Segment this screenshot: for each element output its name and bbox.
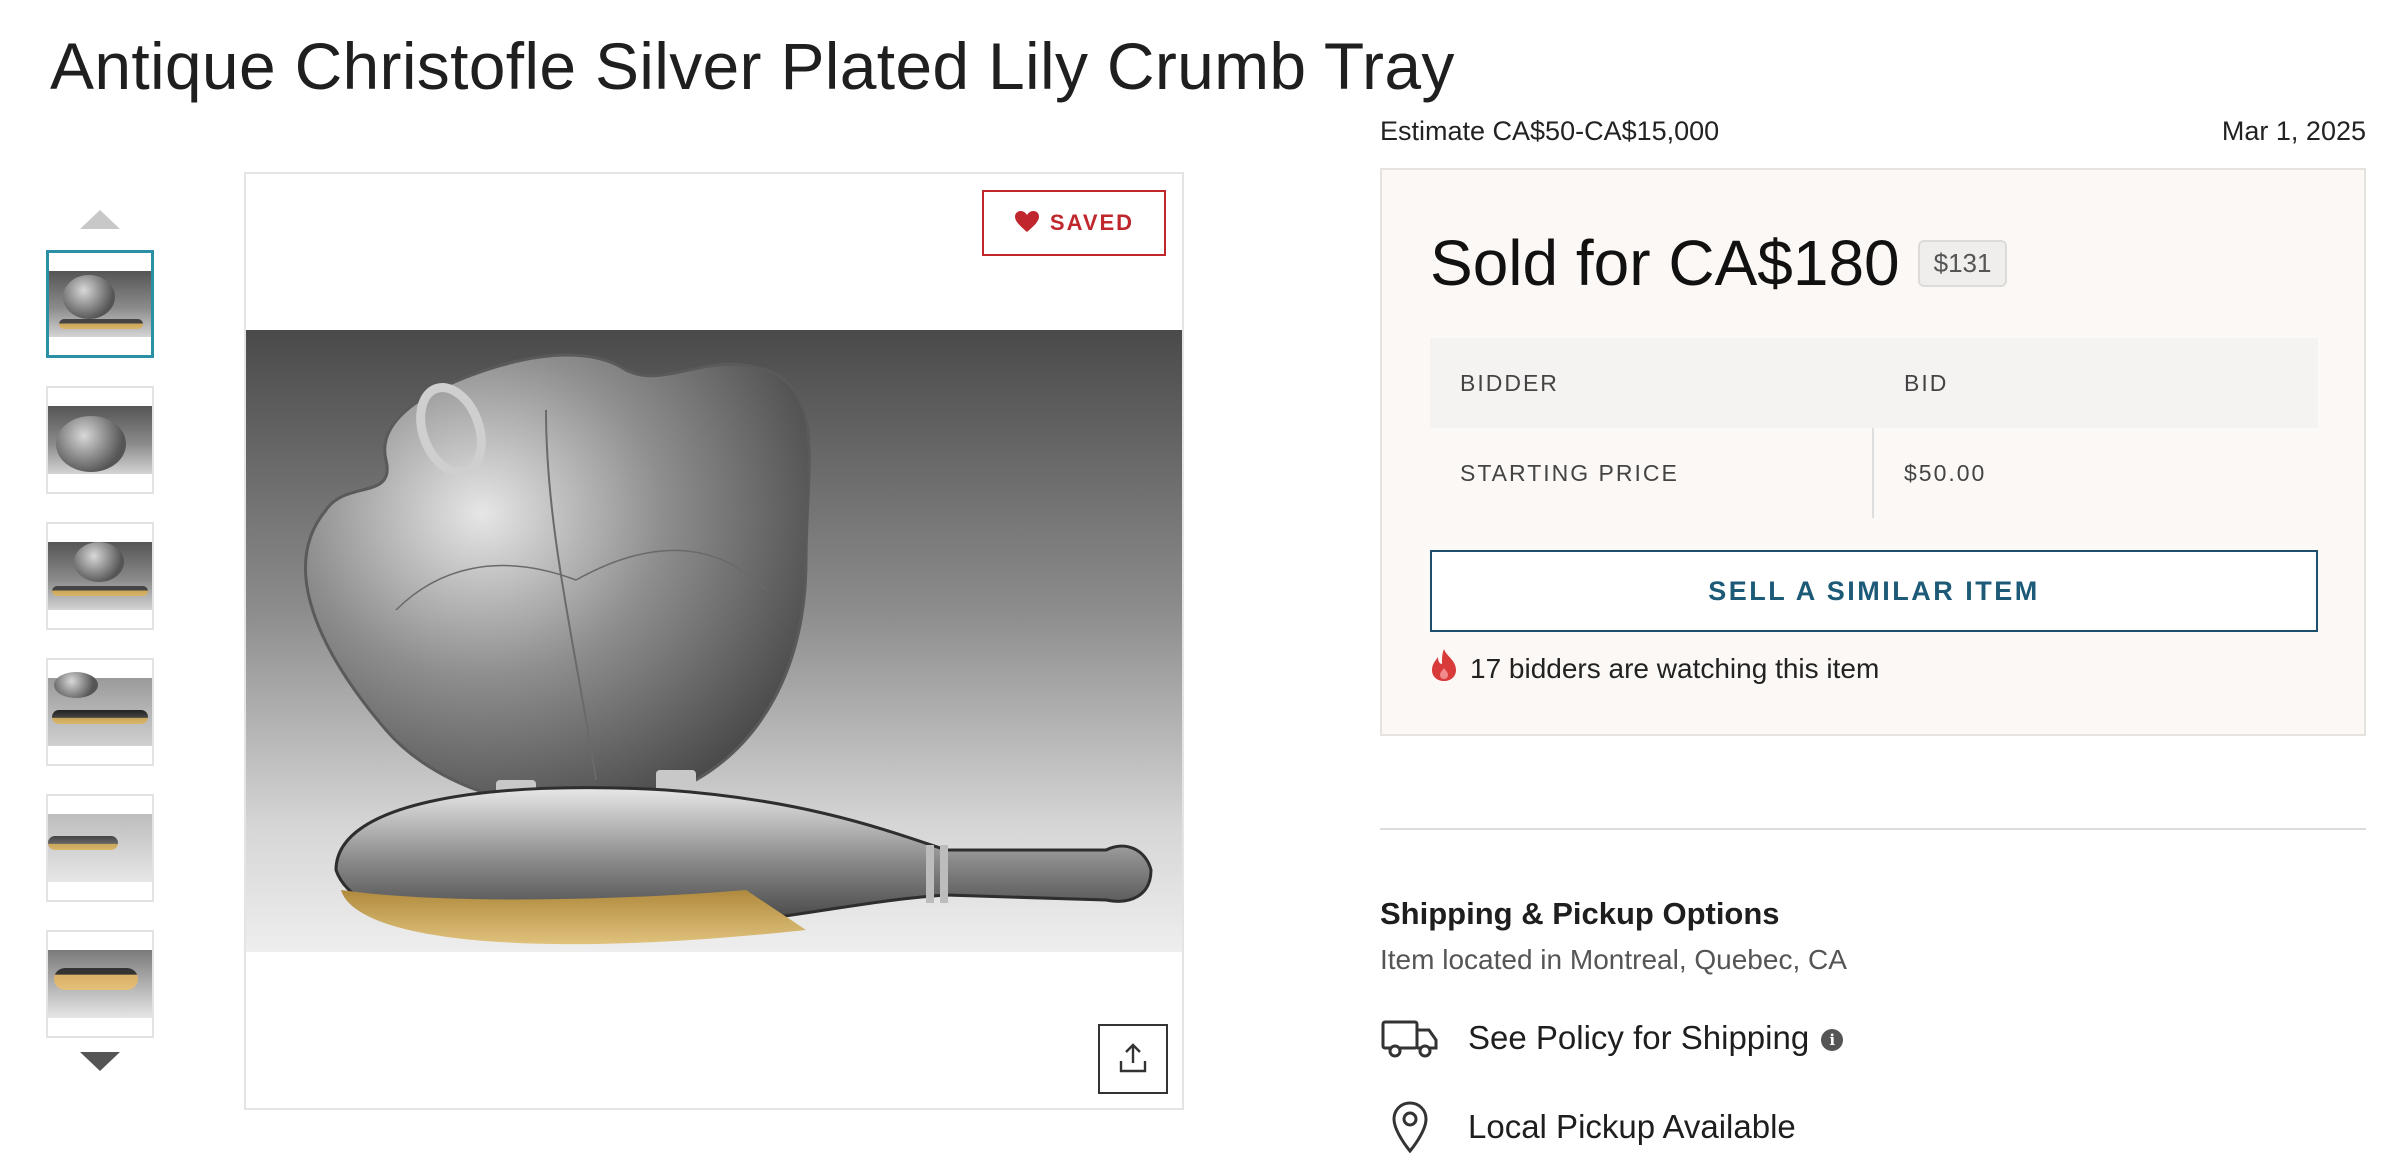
auction-date: Mar 1, 2025	[2221, 116, 2366, 146]
flame-icon	[1430, 648, 1458, 689]
item-title: Antique Christofle Silver Plated Lily Cr…	[50, 29, 1455, 103]
thumbnail-4[interactable]	[46, 658, 154, 766]
column-header-bidder: BIDDER	[1460, 369, 1559, 396]
estimate-text: Estimate CA$50-CA$15,000	[1380, 116, 1720, 146]
usd-price-badge: $131	[1917, 239, 2008, 287]
thumbnail-3[interactable]	[46, 522, 154, 630]
saved-button[interactable]: SAVED	[982, 190, 1166, 256]
item-location: Item located in Montreal, Quebec, CA	[1380, 944, 1847, 975]
map-pin-icon	[1380, 1100, 1440, 1154]
watching-text: 17 bidders are watching this item	[1470, 652, 1880, 684]
watching-notice: 17 bidders are watching this item	[1430, 648, 1879, 689]
thumbnail-scroll-up-icon[interactable]	[80, 210, 120, 229]
section-divider	[1380, 828, 2366, 830]
sold-price: Sold for CA$180	[1430, 227, 1900, 299]
heart-icon	[1014, 210, 1040, 237]
thumbnail-2[interactable]	[46, 386, 154, 494]
bid-table: BIDDER BID STARTING PRICE $50.00	[1430, 338, 2318, 518]
bid-cell: $50.00	[1904, 459, 1987, 486]
shipping-option-policy[interactable]: See Policy for Shipping i	[1380, 1016, 1844, 1060]
column-header-bid: BID	[1904, 369, 1949, 396]
thumbnail-image	[48, 406, 152, 474]
shipping-policy-label[interactable]: See Policy for Shipping	[1468, 1019, 1809, 1056]
sell-similar-item-button[interactable]: SELL A SIMILAR ITEM	[1430, 550, 2318, 632]
shipping-option-pickup: Local Pickup Available	[1380, 1100, 1796, 1154]
thumbnail-scroll-down-icon[interactable]	[80, 1052, 120, 1071]
thumbnail-image	[49, 271, 151, 337]
local-pickup-label: Local Pickup Available	[1468, 1108, 1796, 1145]
thumbnail-image	[48, 672, 152, 746]
sell-similar-item-label: SELL A SIMILAR ITEM	[1708, 575, 2040, 606]
thumbnail-image	[48, 542, 152, 610]
main-image-frame: SAVED	[244, 172, 1184, 1110]
share-icon	[1116, 1041, 1150, 1078]
thumbnail-image	[48, 950, 152, 1018]
bidder-cell: STARTING PRICE	[1430, 428, 1874, 518]
thumbnail-image	[48, 814, 152, 882]
thumbnail-1[interactable]	[46, 250, 154, 358]
saved-label: SAVED	[1049, 210, 1135, 235]
shipping-heading: Shipping & Pickup Options	[1380, 896, 1780, 931]
truck-icon	[1380, 1016, 1440, 1060]
table-row: STARTING PRICE $50.00	[1430, 428, 2318, 518]
share-button[interactable]	[1098, 1024, 1168, 1094]
bid-table-header: BIDDER BID	[1430, 338, 2318, 428]
thumbnail-5[interactable]	[46, 794, 154, 902]
main-item-photo	[246, 330, 1182, 952]
sold-panel: Sold for CA$180 $131 BIDDER BID STARTING…	[1380, 168, 2366, 736]
info-icon[interactable]: i	[1821, 1029, 1844, 1052]
thumbnail-6[interactable]	[46, 930, 154, 1038]
